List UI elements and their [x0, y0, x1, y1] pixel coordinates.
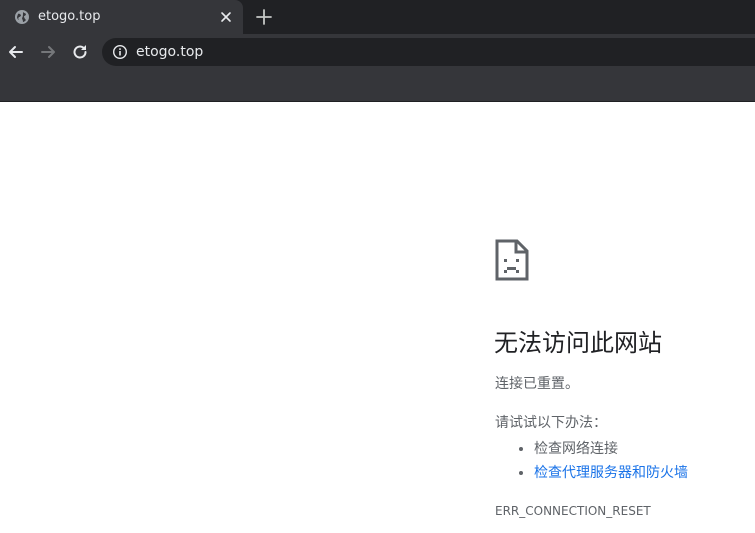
error-title: 无法访问此网站	[494, 329, 662, 357]
bookmarks-bar	[0, 70, 755, 102]
new-tab-plus-icon[interactable]	[254, 7, 274, 27]
suggestions-heading: 请试试以下办法：	[495, 415, 607, 431]
back-arrow-icon[interactable]	[6, 42, 26, 62]
suggestion-check-network: 检查网络连接	[534, 437, 688, 461]
close-icon[interactable]	[218, 9, 234, 25]
url-text[interactable]: etogo.top	[136, 43, 203, 61]
info-icon[interactable]	[112, 44, 128, 60]
tab-strip: etogo.top	[0, 0, 755, 34]
sad-document-icon	[495, 239, 529, 281]
browser-toolbar: etogo.top	[0, 34, 755, 70]
page-content: 无法访问此网站 连接已重置。 请试试以下办法： 检查网络连接 检查代理服务器和防…	[0, 103, 755, 533]
tab-title: etogo.top	[38, 9, 101, 24]
globe-icon	[15, 10, 29, 24]
error-code: ERR_CONNECTION_RESET	[495, 504, 651, 518]
address-bar[interactable]: etogo.top	[102, 38, 755, 66]
suggestion-check-proxy[interactable]: 检查代理服务器和防火墙	[534, 461, 688, 485]
suggestion-text: 检查网络连接	[534, 441, 618, 457]
proxy-firewall-link[interactable]: 检查代理服务器和防火墙	[534, 465, 688, 481]
error-subtitle: 连接已重置。	[495, 376, 579, 392]
suggestions-list: 检查网络连接 检查代理服务器和防火墙	[495, 437, 688, 485]
forward-arrow-icon[interactable]	[38, 42, 58, 62]
reload-icon[interactable]	[70, 42, 90, 62]
active-tab[interactable]: etogo.top	[0, 0, 243, 34]
